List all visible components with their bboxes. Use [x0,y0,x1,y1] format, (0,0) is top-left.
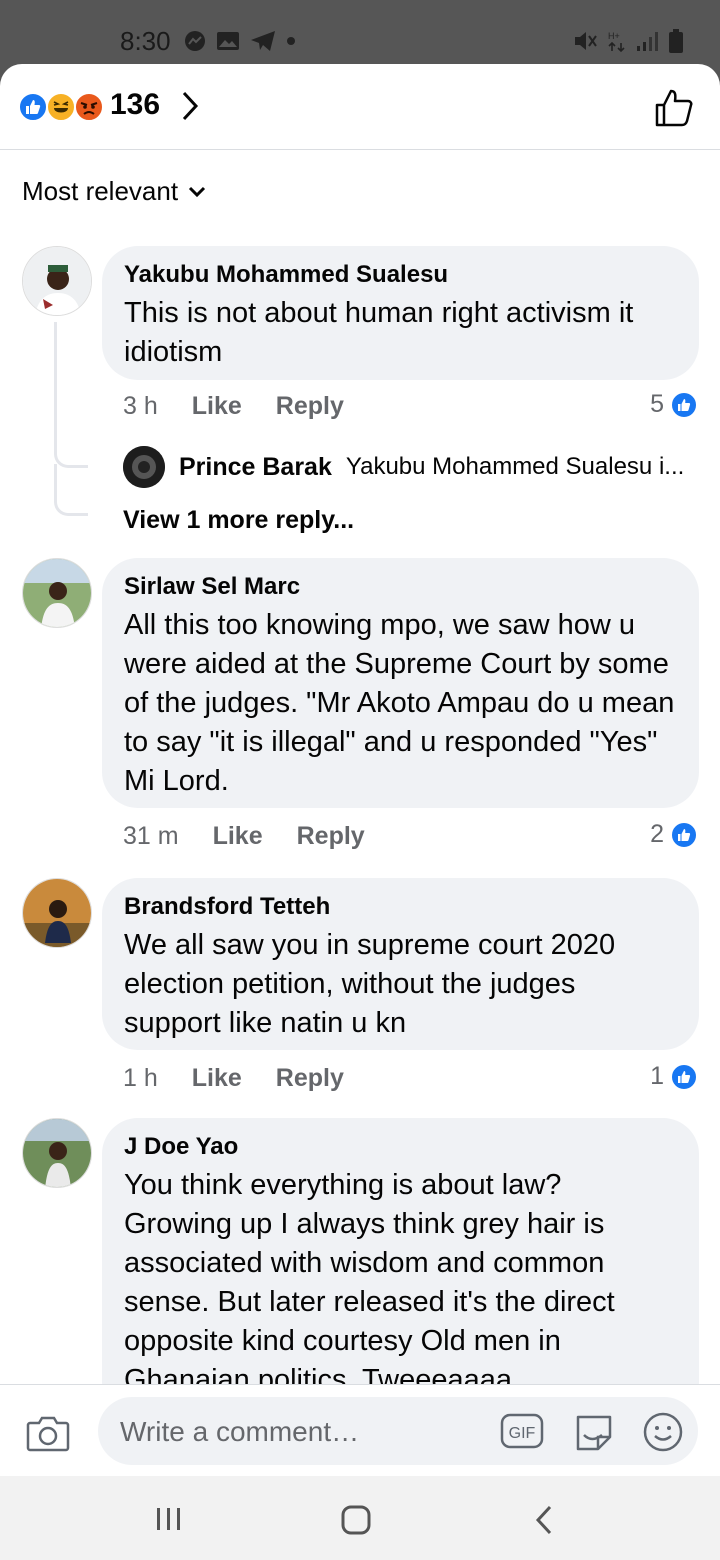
like-badge-icon [670,390,698,419]
emoji-icon[interactable] [642,1411,684,1453]
data-arrows-icon: H+ [608,31,625,53]
reactions-header[interactable]: 136 [0,64,720,150]
haha-reaction-icon [46,92,76,122]
sort-label: Most relevant [22,176,179,206]
svg-text:GIF: GIF [509,1425,536,1442]
avatar[interactable] [123,446,165,488]
reply-author[interactable]: Prince Barak [179,453,332,482]
comment-time[interactable]: 31 m [123,822,179,851]
reply-button[interactable]: Reply [297,822,365,851]
messenger-icon [185,31,205,51]
comment-time[interactable]: 3 h [123,392,158,421]
gallery-icon [217,32,239,50]
signal-icon [637,32,658,51]
reply-snippet: Yakubu Mohammed Sualesu i... [345,453,685,480]
reply-preview[interactable]: Prince Barak Yakubu Mohammed Sualesu i..… [123,446,684,488]
comment-bubble: Sirlaw Sel Marc All this too knowing mpo… [102,558,699,808]
camera-icon[interactable] [26,1413,70,1453]
reaction-icons[interactable] [18,92,108,122]
comment-author[interactable]: Brandsford Tetteh [124,892,677,922]
thread-line [54,464,88,516]
status-notification-icons [184,30,296,52]
comment-like-count[interactable]: 2 [650,820,698,849]
reply-button[interactable]: Reply [276,392,344,421]
avatar[interactable] [22,1118,92,1188]
like-outline-icon[interactable] [654,88,694,128]
thread-line [54,322,88,468]
angry-reaction-icon [74,92,104,122]
view-more-replies-link[interactable]: View 1 more reply... [123,506,354,535]
like-button[interactable]: Like [192,1064,242,1093]
like-count-value: 2 [650,820,664,848]
gif-icon[interactable]: GIF [500,1411,544,1451]
like-badge-icon [670,820,698,849]
sort-dropdown[interactable]: Most relevant [22,176,206,207]
comments-sheet: 136 Most relevant Yakubu Mohammed Suales… [0,64,720,1476]
avatar[interactable] [22,246,92,316]
comment-like-count[interactable]: 1 [650,1062,698,1091]
recent-apps-icon[interactable] [154,1504,184,1534]
telegram-icon [251,31,275,51]
status-system-icons: H+ [572,28,684,54]
back-icon[interactable] [532,1504,556,1536]
comment-text: You think everything is about law? Growi… [124,1169,615,1396]
comment-actions: 3 h Like Reply [123,392,378,421]
battery-icon [669,29,683,53]
comment-author[interactable]: Yakubu Mohammed Sualesu [124,260,677,290]
like-button[interactable]: Like [213,822,263,851]
comment-text: This is not about human right activism i… [124,297,634,368]
like-count-value: 5 [650,390,664,418]
comment-input-placeholder: Write a comment… [120,1416,360,1447]
comment-time[interactable]: 1 h [123,1064,158,1093]
chevron-down-icon [189,186,206,197]
comment-actions: 31 m Like Reply [123,822,399,851]
like-button[interactable]: Like [192,392,242,421]
status-time: 8:30 [120,26,171,56]
comment-composer: Write a comment… GIF [0,1384,720,1476]
like-reaction-icon [18,92,48,122]
svg-text:H+: H+ [608,31,620,41]
mute-icon [575,32,597,50]
like-badge-icon [670,1062,698,1091]
reaction-count[interactable]: 136 [110,88,160,122]
sticker-icon[interactable] [572,1411,616,1453]
chevron-right-icon[interactable] [180,90,200,122]
avatar[interactable] [22,878,92,948]
comment-input[interactable]: Write a comment… GIF [98,1397,698,1465]
comment-bubble: Yakubu Mohammed Sualesu This is not abou… [102,246,699,380]
like-count-value: 1 [650,1062,664,1090]
comment-bubble: Brandsford Tetteh We all saw you in supr… [102,878,699,1050]
comment-like-count[interactable]: 5 [650,390,698,419]
system-navigation-bar [0,1476,720,1560]
comment-author[interactable]: J Doe Yao [124,1132,677,1162]
avatar[interactable] [22,558,92,628]
home-icon[interactable] [340,1504,372,1536]
dot-icon [287,37,295,45]
comment-author[interactable]: Sirlaw Sel Marc [124,572,677,602]
comment-bubble: J Doe Yao You think everything is about … [102,1118,699,1418]
reply-button[interactable]: Reply [276,1064,344,1093]
status-bar: 8:30 H+ [0,0,720,70]
comment-actions: 1 h Like Reply [123,1064,378,1093]
comment-text: All this too knowing mpo, we saw how u w… [124,609,675,797]
comment-text: We all saw you in supreme court 2020 ele… [124,929,616,1039]
